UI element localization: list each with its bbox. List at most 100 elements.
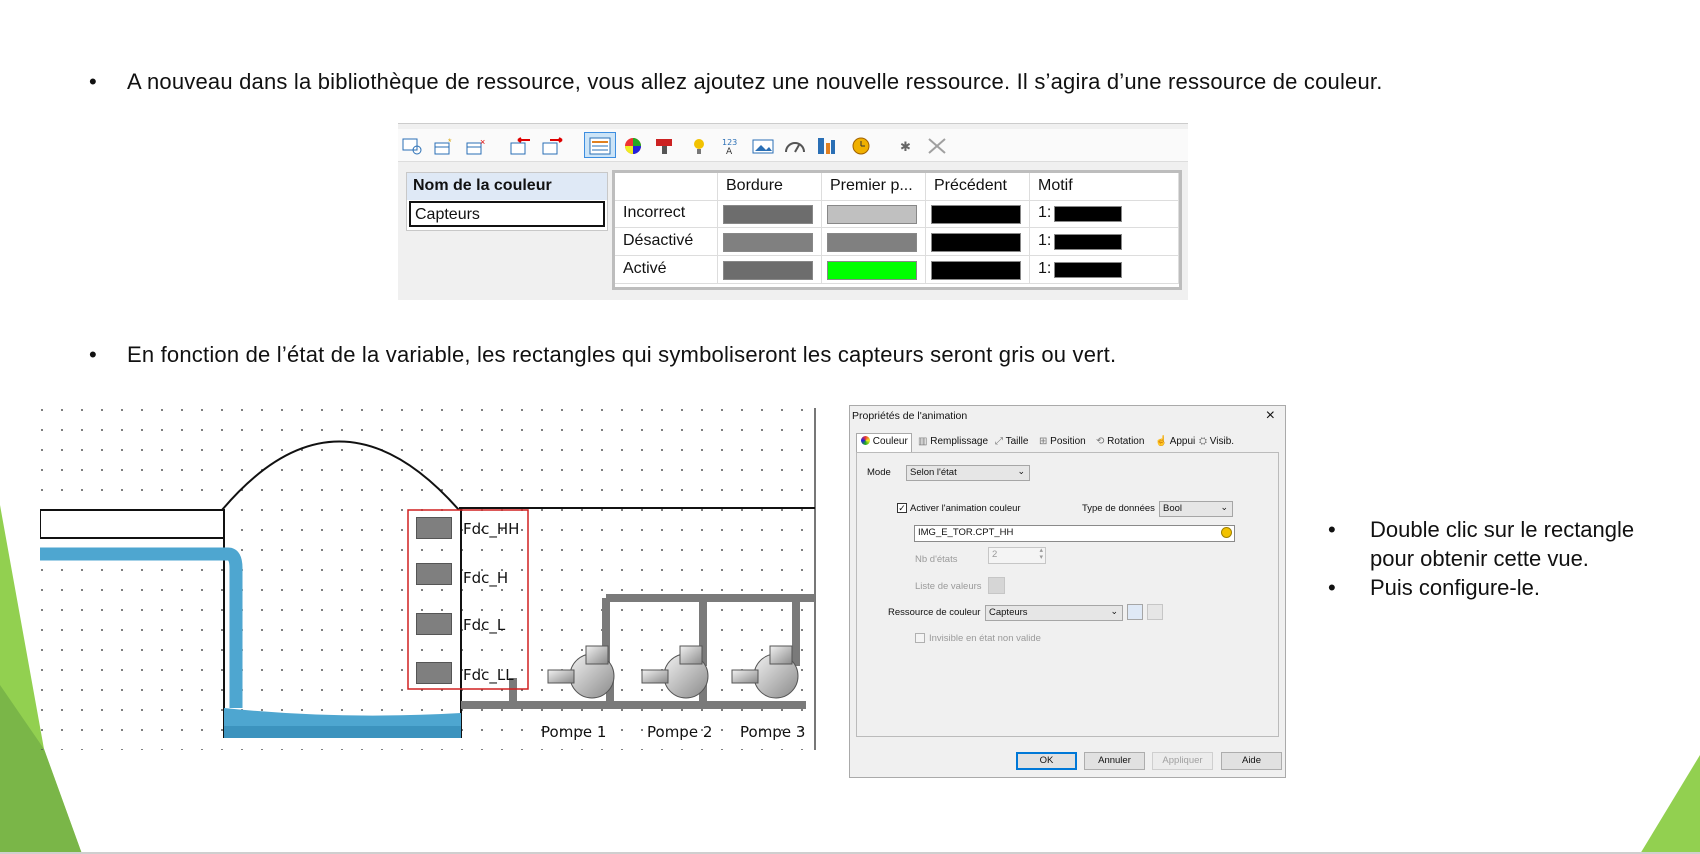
grid-color-cell[interactable] bbox=[718, 200, 822, 228]
color-resource-panel: * × 123 A ✱ Nom de la couleur Capteurs Bo… bbox=[398, 123, 1188, 300]
grid-column-header: Précédent bbox=[926, 173, 1030, 201]
color-swatch-bordure bbox=[723, 205, 813, 224]
activate-color-checkbox[interactable]: ✓ bbox=[897, 503, 907, 513]
pattern-swatch bbox=[1054, 262, 1122, 278]
svg-text:A: A bbox=[726, 147, 733, 155]
bulb-icon[interactable] bbox=[688, 137, 710, 155]
color-wheel-icon[interactable] bbox=[622, 137, 644, 155]
grid-color-cell[interactable] bbox=[822, 228, 926, 256]
close-x-icon[interactable] bbox=[926, 137, 948, 155]
bullet-char: • bbox=[89, 69, 97, 94]
grid-color-cell[interactable] bbox=[718, 256, 822, 284]
color-resource-select[interactable]: Capteurs ⌄ bbox=[985, 605, 1123, 621]
color-resource-label: Ressource de couleur bbox=[888, 607, 981, 618]
tab-appui[interactable]: ☝ Appui bbox=[1155, 434, 1195, 452]
clock-icon[interactable] bbox=[850, 137, 872, 155]
image-icon[interactable] bbox=[752, 137, 774, 155]
resource-toolbar: * × 123 A ✱ bbox=[398, 129, 1188, 162]
grid-pattern-cell[interactable]: 1: bbox=[1030, 256, 1179, 284]
cancel-button[interactable]: Annuler bbox=[1084, 752, 1145, 770]
edit-resource-icon[interactable] bbox=[1127, 604, 1143, 620]
bullet-char: • bbox=[1328, 575, 1336, 600]
grid-color-cell[interactable] bbox=[926, 200, 1030, 228]
data-type-select[interactable]: Bool ⌄ bbox=[1159, 501, 1233, 517]
svg-text:×: × bbox=[480, 137, 485, 147]
bullet-line-1: • A nouveau dans la bibliothèque de resso… bbox=[89, 69, 1383, 95]
data-type-label: Type de données bbox=[1082, 503, 1155, 514]
pattern-index: 1: bbox=[1038, 232, 1052, 249]
svg-text:123: 123 bbox=[722, 138, 737, 147]
grid-column-header: Premier p... bbox=[822, 173, 926, 201]
tab-label: Rotation bbox=[1107, 436, 1145, 447]
color-swatch-premier bbox=[827, 233, 917, 252]
add-icon[interactable]: * bbox=[434, 137, 456, 155]
tab-rotation[interactable]: ⟲ Rotation bbox=[1096, 434, 1144, 452]
delete-icon[interactable]: × bbox=[466, 137, 488, 155]
chevron-down-icon: ⌄ bbox=[1220, 502, 1228, 512]
sensor-label: Fdc_LL bbox=[463, 666, 514, 684]
values-list-button bbox=[988, 577, 1005, 594]
tab-label: Position bbox=[1050, 436, 1086, 447]
grid-color-cell[interactable] bbox=[718, 228, 822, 256]
color-name-input[interactable]: Capteurs bbox=[409, 201, 605, 227]
variable-input[interactable]: IMG_E_TOR.CPT_HH bbox=[914, 525, 1235, 542]
pump-label: Pompe 2 bbox=[647, 723, 713, 741]
ok-button[interactable]: OK bbox=[1016, 752, 1077, 770]
color-wheel-icon bbox=[861, 436, 870, 445]
tab-taille[interactable]: ⤢ Taille bbox=[995, 434, 1028, 452]
chevron-down-icon: ⌄ bbox=[1017, 466, 1025, 476]
mode-select[interactable]: Selon l'état ⌄ bbox=[906, 465, 1030, 481]
grid-color-cell[interactable] bbox=[926, 228, 1030, 256]
variable-browse-icon[interactable] bbox=[1221, 527, 1232, 538]
activate-color-label: Activer l'animation couleur bbox=[910, 503, 1021, 514]
sensor-rect-hh[interactable] bbox=[416, 517, 452, 539]
chevron-down-icon: ⌄ bbox=[1110, 606, 1118, 616]
grid-pattern-cell[interactable]: 1: bbox=[1030, 228, 1179, 256]
tab-label: Couleur bbox=[872, 436, 908, 447]
color-swatch-precedent bbox=[931, 261, 1021, 280]
sensor-rect-l[interactable] bbox=[416, 613, 452, 635]
side-bullet-item: • Puis configure-le. bbox=[1328, 573, 1650, 602]
mode-value: Selon l'état bbox=[910, 467, 957, 478]
pattern-index: 1: bbox=[1038, 260, 1052, 277]
side-bullet-text: Puis configure-le. bbox=[1370, 575, 1540, 600]
tab-label: Remplissage bbox=[930, 436, 989, 447]
pattern-swatch bbox=[1054, 206, 1122, 222]
gauge-icon[interactable] bbox=[784, 137, 806, 155]
svg-text:✱: ✱ bbox=[900, 139, 911, 154]
help-button[interactable]: Aide bbox=[1221, 752, 1282, 770]
color-resource-value: Capteurs bbox=[989, 607, 1028, 618]
paint-icon[interactable] bbox=[654, 137, 676, 155]
close-icon[interactable]: × bbox=[1266, 407, 1275, 425]
invisible-checkbox[interactable] bbox=[915, 633, 925, 643]
grid-pattern-cell[interactable]: 1: bbox=[1030, 200, 1179, 228]
color-swatch-premier bbox=[827, 205, 917, 224]
ruler-icon[interactable] bbox=[816, 137, 838, 155]
side-bullet-item: • Double clic sur le rectangle pour obten… bbox=[1328, 515, 1650, 573]
position-icon: ⊞ bbox=[1039, 436, 1048, 447]
sparkle-icon[interactable]: ✱ bbox=[894, 137, 916, 155]
sensor-label: Fdc_L bbox=[463, 616, 506, 634]
sensor-rect-h[interactable] bbox=[416, 563, 452, 585]
tab-label: Taille bbox=[1005, 436, 1029, 447]
color-name-list: Nom de la couleur Capteurs bbox=[406, 172, 608, 231]
sensor-rect-ll[interactable] bbox=[416, 662, 452, 684]
tab-position[interactable]: ⊞ Position bbox=[1039, 434, 1086, 452]
process-diagram: Fdc_HH Fdc_H Fdc_L Fdc_LL Pompe 1 Pompe … bbox=[40, 408, 816, 750]
grid-column-header: Motif bbox=[1030, 173, 1179, 201]
tab-visib[interactable]: ⛭ Visib. bbox=[1199, 434, 1234, 452]
color-swatch-precedent bbox=[931, 233, 1021, 252]
data-type-value: Bool bbox=[1163, 503, 1183, 514]
move-left-icon[interactable] bbox=[510, 137, 532, 155]
slide-corner-right-decoration bbox=[1640, 755, 1700, 854]
tab-couleur[interactable]: Couleur bbox=[856, 433, 912, 453]
move-right-icon[interactable] bbox=[542, 137, 564, 155]
tab-remplissage[interactable]: ▥ Remplissage bbox=[918, 434, 988, 452]
grid-color-cell[interactable] bbox=[822, 256, 926, 284]
grid-color-cell[interactable] bbox=[926, 256, 1030, 284]
grid-color-cell[interactable] bbox=[822, 200, 926, 228]
new-view-icon[interactable] bbox=[402, 137, 424, 155]
side-bullet-list: • Double clic sur le rectangle pour obten… bbox=[1328, 515, 1650, 602]
number-text-icon[interactable]: 123A bbox=[720, 137, 742, 155]
pump-label: Pompe 3 bbox=[740, 723, 806, 741]
